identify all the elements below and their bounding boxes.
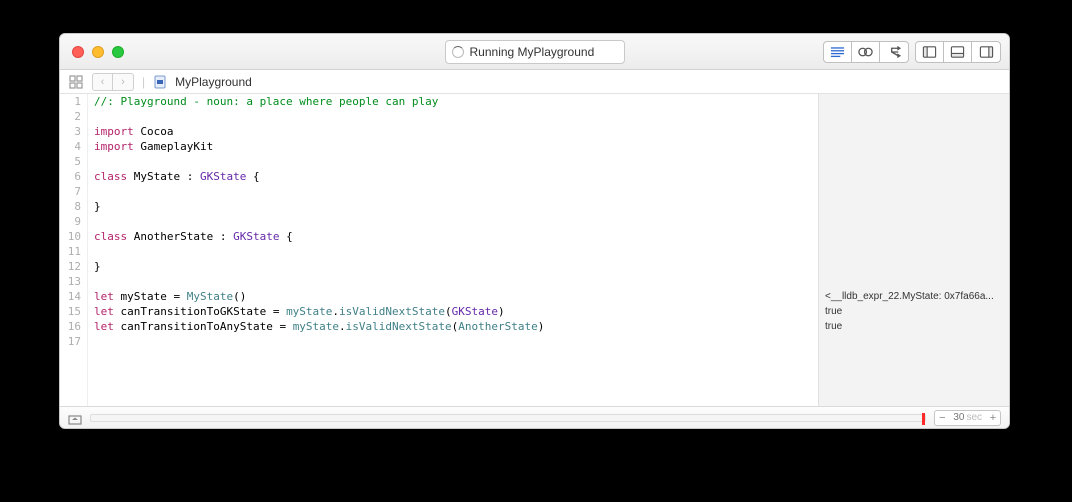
line-number: 11 <box>60 244 81 259</box>
line-number: 1 <box>60 94 81 109</box>
result-line <box>819 169 1009 184</box>
result-line <box>819 199 1009 214</box>
result-line <box>819 94 1009 109</box>
result-line[interactable]: true <box>819 319 1009 334</box>
toolbar-right <box>823 41 1001 63</box>
code-line[interactable] <box>94 274 544 289</box>
line-number: 16 <box>60 319 81 334</box>
line-number: 17 <box>60 334 81 349</box>
minimize-button[interactable] <box>92 46 104 58</box>
standard-editor-button[interactable] <box>824 42 852 62</box>
result-line[interactable]: true <box>819 304 1009 319</box>
code-line[interactable] <box>94 334 544 349</box>
result-line <box>819 124 1009 139</box>
decrease-duration-button[interactable]: − <box>935 412 949 424</box>
version-editor-icon <box>887 45 902 59</box>
xcode-window: Running MyPlayground <box>59 33 1010 429</box>
line-number: 15 <box>60 304 81 319</box>
toggle-debug-area-button[interactable] <box>944 42 972 62</box>
result-line[interactable]: <__lldb_expr_22.MyState: 0x7fa66a... <box>819 289 1009 304</box>
code-line[interactable]: import Cocoa <box>94 124 544 139</box>
code-line[interactable]: } <box>94 259 544 274</box>
breadcrumb-filename[interactable]: MyPlayground <box>175 75 252 89</box>
increase-duration-button[interactable]: + <box>986 412 1000 424</box>
code-content[interactable]: //: Playground - noun: a place where peo… <box>88 94 544 406</box>
code-line[interactable] <box>94 214 544 229</box>
spinner-icon <box>452 46 464 58</box>
line-number: 13 <box>60 274 81 289</box>
history-nav: ‹ › <box>92 73 134 91</box>
back-button[interactable]: ‹ <box>93 74 113 90</box>
code-line[interactable] <box>94 109 544 124</box>
version-editor-button[interactable] <box>880 42 908 62</box>
result-line <box>819 229 1009 244</box>
line-number: 5 <box>60 154 81 169</box>
toggle-debug-panel-button[interactable] <box>68 412 82 424</box>
editor-mode-group <box>823 41 909 63</box>
separator: | <box>142 75 145 89</box>
jump-bar: ‹ › | MyPlayground <box>60 70 1009 94</box>
titlebar: Running MyPlayground <box>60 34 1009 70</box>
left-panel-icon <box>922 45 937 59</box>
line-number-gutter: 1234567891011121314151617 <box>60 94 88 406</box>
related-items-button[interactable] <box>68 74 84 90</box>
main-area: 1234567891011121314151617 //: Playground… <box>60 94 1009 406</box>
window-controls <box>72 46 124 58</box>
code-line[interactable] <box>94 184 544 199</box>
result-line <box>819 334 1009 349</box>
result-line <box>819 274 1009 289</box>
result-line <box>819 154 1009 169</box>
assistant-editor-button[interactable] <box>852 42 880 62</box>
code-line[interactable] <box>94 154 544 169</box>
line-number: 3 <box>60 124 81 139</box>
assistant-editor-icon <box>858 45 873 59</box>
code-editor[interactable]: 1234567891011121314151617 //: Playground… <box>60 94 818 406</box>
forward-button[interactable]: › <box>113 74 133 90</box>
line-number: 14 <box>60 289 81 304</box>
timeline-playhead[interactable] <box>922 413 925 425</box>
zoom-button[interactable] <box>112 46 124 58</box>
standard-editor-icon <box>830 45 845 59</box>
line-number: 10 <box>60 229 81 244</box>
line-number: 4 <box>60 139 81 154</box>
code-line[interactable]: class AnotherState : GKState { <box>94 229 544 244</box>
activity-view[interactable]: Running MyPlayground <box>445 40 625 64</box>
line-number: 9 <box>60 214 81 229</box>
code-line[interactable]: let canTransitionToAnyState = myState.is… <box>94 319 544 334</box>
duration-value: 30sec <box>949 412 986 423</box>
close-button[interactable] <box>72 46 84 58</box>
line-number: 2 <box>60 109 81 124</box>
code-line[interactable]: let myState = MyState() <box>94 289 544 304</box>
toggle-navigator-button[interactable] <box>916 42 944 62</box>
result-line <box>819 139 1009 154</box>
timeline-duration-stepper: − 30sec + <box>934 410 1001 426</box>
result-line <box>819 214 1009 229</box>
line-number: 12 <box>60 259 81 274</box>
result-line <box>819 184 1009 199</box>
timeline-bar: − 30sec + <box>60 406 1009 428</box>
code-line[interactable]: import GameplayKit <box>94 139 544 154</box>
code-line[interactable]: class MyState : GKState { <box>94 169 544 184</box>
panel-collapse-icon <box>68 413 82 425</box>
results-sidebar: <__lldb_expr_22.MyState: 0x7fa66a...true… <box>818 94 1009 406</box>
toggle-utilities-button[interactable] <box>972 42 1000 62</box>
result-line <box>819 259 1009 274</box>
code-line[interactable]: let canTransitionToGKState = myState.isV… <box>94 304 544 319</box>
right-panel-icon <box>979 45 994 59</box>
result-line <box>819 244 1009 259</box>
line-number: 6 <box>60 169 81 184</box>
line-number: 8 <box>60 199 81 214</box>
related-items-icon <box>69 75 83 89</box>
bottom-panel-icon <box>950 45 965 59</box>
result-line <box>819 109 1009 124</box>
activity-status-text: Running MyPlayground <box>470 45 595 59</box>
line-number: 7 <box>60 184 81 199</box>
code-line[interactable] <box>94 244 544 259</box>
code-line[interactable]: } <box>94 199 544 214</box>
code-line[interactable]: //: Playground - noun: a place where peo… <box>94 94 544 109</box>
timeline-track[interactable] <box>90 414 926 422</box>
panel-toggle-group <box>915 41 1001 63</box>
playground-file-icon <box>153 75 167 89</box>
